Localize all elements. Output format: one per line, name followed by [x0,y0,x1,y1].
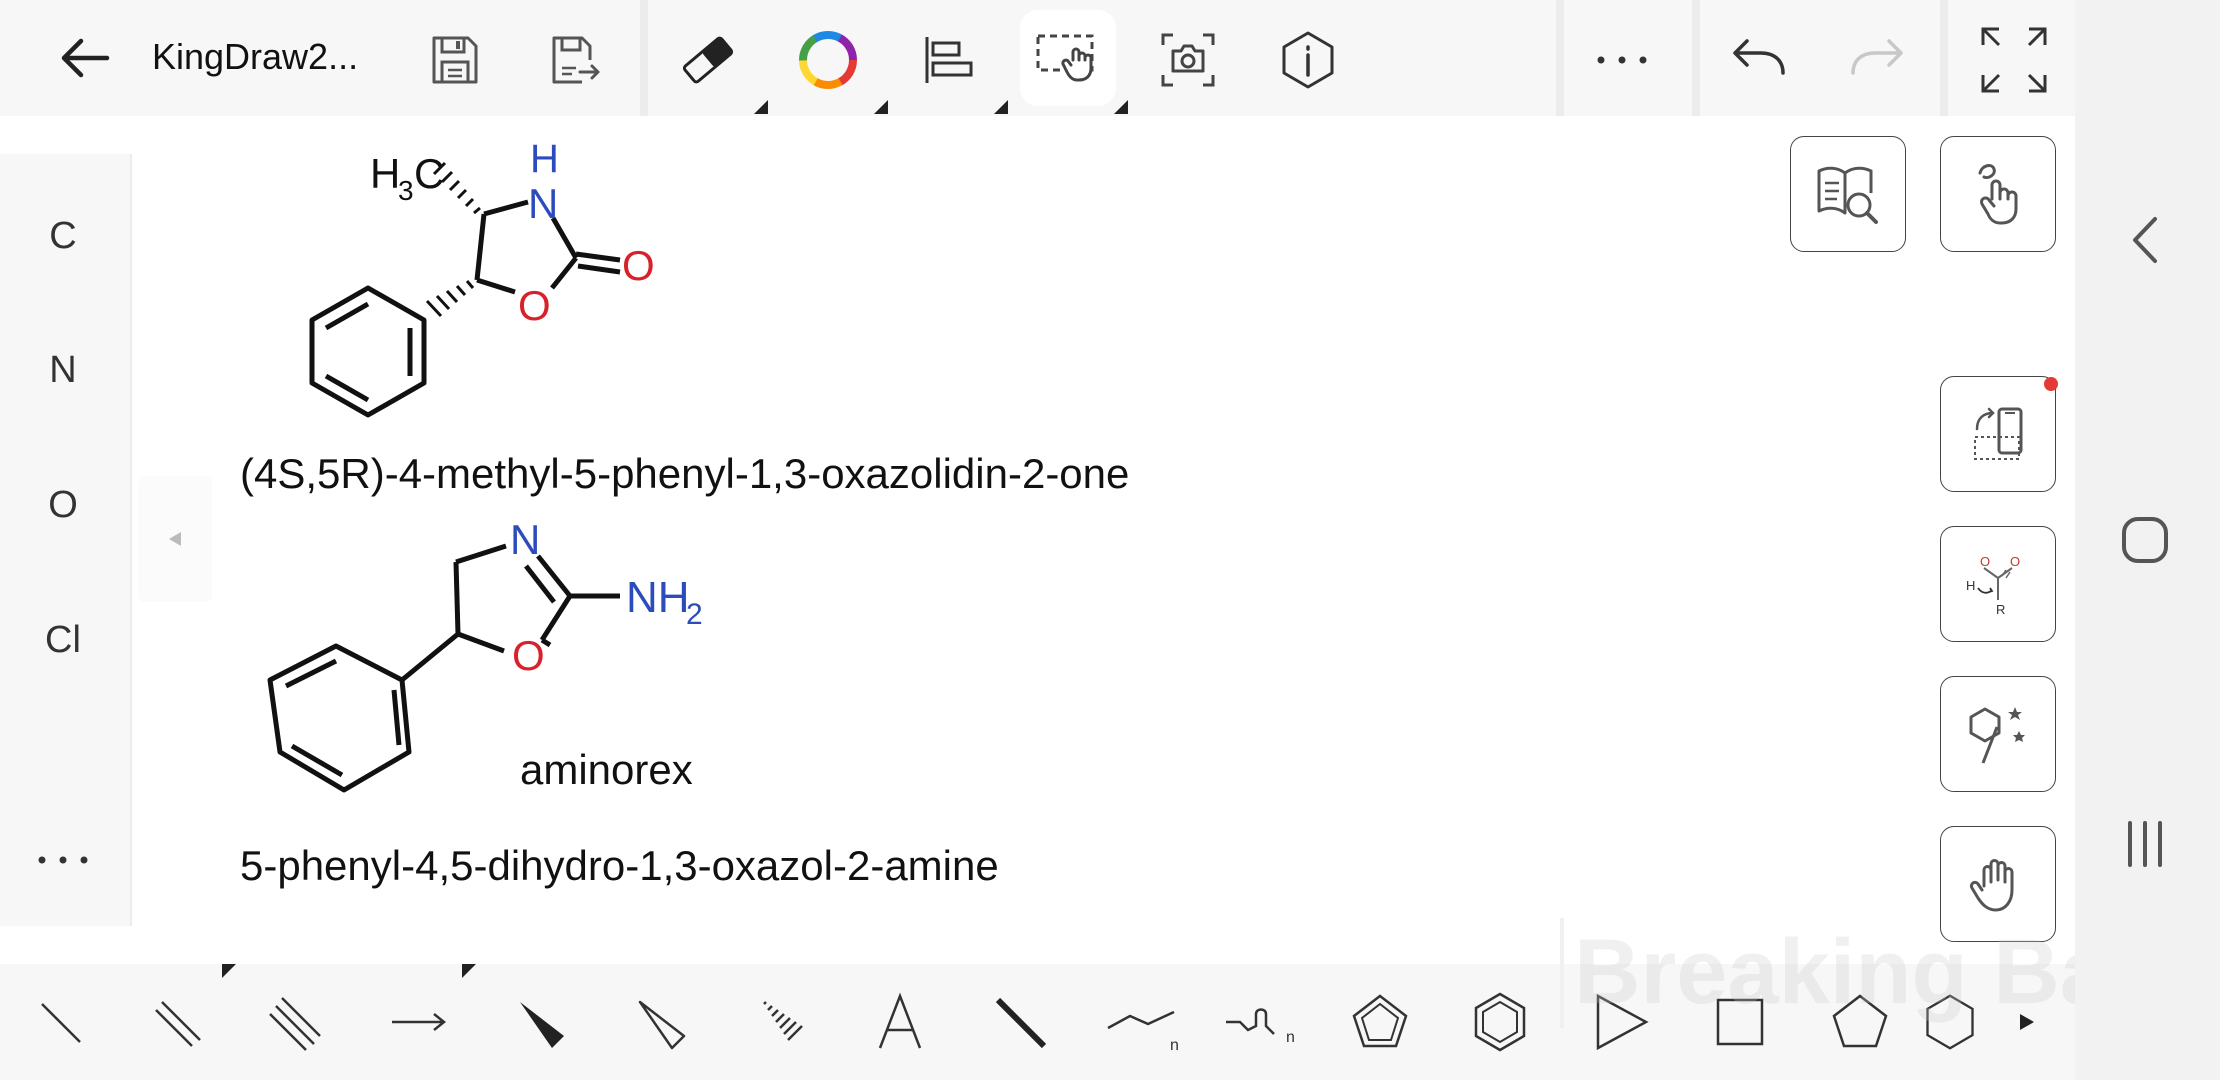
chain-n-label: n [1170,1037,1179,1052]
nav-back-icon[interactable] [2105,200,2185,280]
triple-bond-icon[interactable] [246,964,346,1080]
text-icon[interactable] [850,964,950,1080]
hash-bond-icon[interactable] [730,964,830,1080]
align-icon[interactable] [908,20,988,100]
atom-button-cl[interactable]: Cl [0,590,126,690]
color-ring-icon[interactable] [788,20,868,100]
back-arrow-icon[interactable] [40,18,130,98]
bold-bond-icon[interactable] [970,964,1070,1080]
nh-h-label: H [530,137,559,181]
export-icon[interactable] [534,20,614,100]
single-bond-icon[interactable] [10,964,110,1080]
nav-home-icon[interactable] [2105,500,2185,580]
atom-button-c[interactable]: C [0,186,126,286]
molecule-2-common-name[interactable]: aminorex [520,746,693,794]
arrow-icon[interactable] [370,964,470,1080]
atom-panel: C N O Cl [0,154,132,926]
ring-oxygen-label: O [518,282,551,329]
reaction-r-label: R [1996,602,2005,617]
align-dropdown-icon[interactable] [994,100,1008,114]
notification-dot [2044,377,2058,391]
hollow-wedge-bond-icon[interactable] [610,964,710,1080]
chain-icon[interactable]: n [1090,964,1190,1080]
undo-icon[interactable] [1718,20,1798,100]
molecule-1-iupac-name[interactable]: (4S,5R)-4-methyl-5-phenyl-1,3-oxazolidin… [240,450,1129,498]
wedge-bond-icon[interactable] [490,964,590,1080]
redo-icon[interactable] [1838,20,1918,100]
amine-subscript: 2 [686,598,703,631]
collapse-panel-icon[interactable] [138,476,212,602]
methyl-h-label: H [370,150,400,197]
nitrogen-label: N [510,516,540,563]
select-icon[interactable] [1020,10,1116,106]
reaction-o1-label: O [1980,554,1990,569]
molecule-2-iupac-name[interactable]: 5-phenyl-4,5-dihydro-1,3-oxazol-2-amine [240,842,999,890]
nitrogen-label: N [528,180,558,227]
amine-label: NH [626,573,690,622]
screenshot-icon[interactable] [1148,20,1228,100]
eraser-dropdown-icon[interactable] [754,100,768,114]
nav-recents-icon[interactable] [2105,804,2185,884]
more-icon[interactable] [0,810,126,910]
double-bond-icon[interactable] [128,964,228,1080]
chain2-n-label: n [1286,1029,1295,1046]
color-dropdown-icon[interactable] [874,100,888,114]
bond-dropdown-icon[interactable] [222,964,236,978]
chiral-center-icon[interactable] [1940,676,2056,792]
chain-n-icon[interactable]: n [1210,964,1310,1080]
eraser-icon[interactable] [668,20,748,100]
select-dropdown-icon[interactable] [1114,100,1128,114]
more-icon[interactable] [1582,20,1662,100]
methyl-subscript: 3 [398,175,414,206]
reaction-o2-label: O [2010,554,2020,569]
reference-search-icon[interactable] [1790,136,1906,252]
atom-button-o[interactable]: O [0,455,126,555]
arrow-dropdown-icon[interactable] [462,964,476,978]
screen-rotate-icon[interactable] [1940,376,2056,492]
carbonyl-oxygen-label: O [622,242,655,289]
top-toolbar: KingDraw2... [0,0,2075,116]
molecule-oxazolidinone[interactable]: H 3 C H N O O [300,130,690,420]
save-icon[interactable] [414,20,494,100]
oxygen-label: O [512,632,545,679]
benzene-icon[interactable] [1450,964,1550,1080]
system-nav-bar [2075,0,2220,1080]
reaction-h-label: H [1966,578,1975,593]
atom-button-n[interactable]: N [0,320,126,420]
gesture-draw-icon[interactable] [1940,136,2056,252]
cyclopentadiene-icon[interactable] [1330,964,1430,1080]
watermark-divider [1560,918,1564,1028]
document-title: KingDraw2... [152,36,359,77]
fullscreen-icon[interactable] [1972,18,2056,102]
reaction-mechanism-icon[interactable]: O O H R [1940,526,2056,642]
info-icon[interactable] [1268,20,1348,100]
methyl-c-label: C [414,150,444,197]
